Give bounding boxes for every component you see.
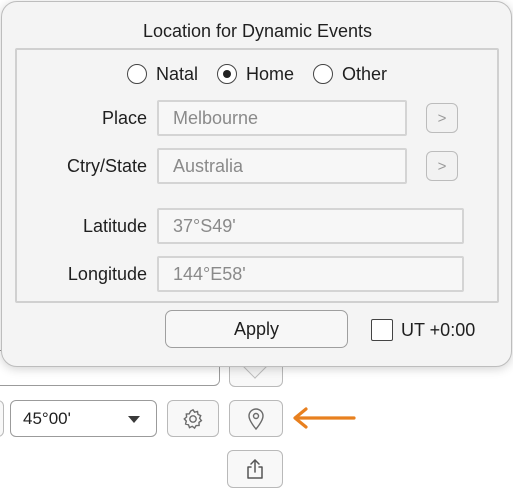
latitude-field[interactable]: 37°S49' xyxy=(157,208,464,244)
annotation-arrow xyxy=(290,404,360,432)
country-value: Australia xyxy=(173,155,244,176)
settings-button[interactable] xyxy=(167,400,219,437)
radio-other-circle[interactable] xyxy=(313,64,333,84)
popover-title: Location for Dynamic Events xyxy=(142,21,373,41)
country-lookup-button[interactable]: > xyxy=(426,151,458,181)
radio-home[interactable]: Home xyxy=(217,62,294,86)
radio-other[interactable]: Other xyxy=(313,62,387,86)
share-button[interactable] xyxy=(227,450,283,488)
ut-checkbox-box[interactable] xyxy=(371,319,393,341)
place-field[interactable]: Melbourne xyxy=(157,100,407,136)
longitude-field[interactable]: 144°E58' xyxy=(157,256,464,292)
place-lookup-button[interactable]: > xyxy=(426,103,458,133)
latitude-label: Latitude xyxy=(82,216,147,236)
angle-select-value: 45°00' xyxy=(23,409,71,428)
radio-home-circle[interactable] xyxy=(217,64,237,84)
place-label: Place xyxy=(101,108,147,128)
radio-selected-dot xyxy=(223,70,231,78)
share-icon xyxy=(247,459,263,479)
chevron-down-icon xyxy=(128,416,140,423)
left-edge-control[interactable] xyxy=(0,400,4,437)
map-pin-icon xyxy=(248,407,264,430)
location-popover: Location for Dynamic Events Natal Home O… xyxy=(1,1,512,367)
longitude-label: Longitude xyxy=(67,264,147,284)
ut-checkbox[interactable]: UT +0:00 xyxy=(371,318,475,342)
radio-natal-label: Natal xyxy=(156,63,199,84)
ut-checkbox-label: UT +0:00 xyxy=(401,319,476,340)
gear-icon xyxy=(183,408,203,429)
apply-button[interactable]: Apply xyxy=(165,310,348,348)
country-field[interactable]: Australia xyxy=(157,148,407,184)
radio-other-label: Other xyxy=(342,63,388,84)
latitude-value: 37°S49' xyxy=(173,215,236,236)
longitude-value: 144°E58' xyxy=(173,263,246,284)
place-value: Melbourne xyxy=(173,107,259,128)
radio-natal[interactable]: Natal xyxy=(127,62,198,86)
angle-select[interactable]: 45°00' xyxy=(10,400,157,437)
arrow-left-icon xyxy=(293,407,356,429)
location-button[interactable] xyxy=(229,400,283,437)
radio-home-label: Home xyxy=(246,63,295,84)
country-label: Ctry/State xyxy=(66,156,147,176)
location-groupbox: Natal Home Other Place Melbourne > Ctry/… xyxy=(15,48,499,303)
radio-natal-circle[interactable] xyxy=(127,64,147,84)
